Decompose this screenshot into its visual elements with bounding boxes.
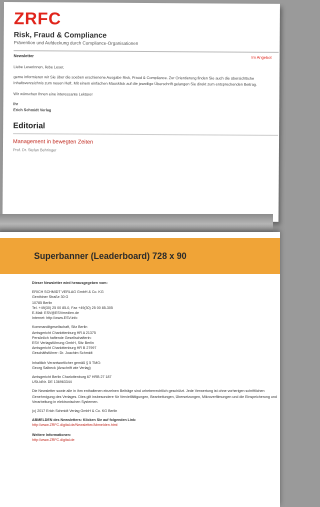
intro-paragraph: gerne informieren wir Sie über die soebe… — [13, 75, 258, 88]
greeting: Liebe Leserinnen, liebe Leser, — [13, 65, 65, 70]
newsletter-bottom-page: Superbanner (Leaderboard) 728 x 90 Diese… — [0, 232, 280, 507]
company-info: Kommanditgesellschaft, Sitz Berlin Amtsg… — [32, 325, 97, 356]
signature-line-2: Erich Schmidt Verlag — [13, 108, 52, 113]
unsubscribe-link[interactable]: http://www.ZRFC.digital.de/Newsletter/Ab… — [32, 423, 117, 427]
copyright-disclaimer: Die Newsletter sowie alle in ihm enthalt… — [32, 389, 277, 404]
unsubscribe-block: ABMELDEN des Newsletters: Klicken Sie au… — [32, 418, 137, 428]
publisher-address: ERICH SCHMIDT VERLAG GmbH & Co. KG Genth… — [32, 290, 113, 321]
editorial-author: Prof. Dr. Stefan Behringer — [12, 148, 57, 153]
more-info-block: Weitere Informationen: http://www.ZRFC.d… — [32, 432, 75, 442]
newsletter-label: Newsletter — [13, 53, 34, 59]
copyright: (c) 2017 Erich Schmidt Verlag GmbH & Co.… — [32, 409, 118, 414]
newsletter-top-page: ZRFC Risk, Fraud & Compliance Prävention… — [2, 2, 280, 222]
intro-text: Liebe Leserinnen, liebe Leser, gerne inf… — [13, 64, 275, 115]
wish-text: Wir wünschen Ihnen eine interessante Lek… — [13, 91, 93, 97]
journal-title: Risk, Fraud & Compliance — [13, 30, 107, 40]
online-link[interactable]: Im Angebot — [251, 55, 271, 60]
imprint-intro: Dieser Newsletter wird herausgegeben vom… — [32, 281, 108, 285]
ad-banner-placeholder[interactable]: Superbanner (Leaderboard) 728 x 90 — [0, 238, 280, 274]
responsible-info: Inhaltlich Verantwortlicher gemäß § 5 TM… — [32, 360, 102, 370]
register-info: Amtsgericht Berlin Charlottenburg 67 HRB… — [32, 375, 112, 385]
journal-tagline: Prävention und Aufdeckung durch Complian… — [13, 40, 139, 46]
editorial-heading: Editorial — [13, 121, 46, 131]
logo[interactable]: ZRFC — [14, 9, 280, 30]
imprint: Dieser Newsletter wird herausgegeben vom… — [0, 274, 280, 443]
email-link[interactable]: E-Mail: ESV@ESVmedien.de — [32, 311, 79, 315]
divider — [13, 133, 279, 137]
banner-label: Superbanner (Leaderboard) 728 x 90 — [34, 251, 187, 261]
website-link[interactable]: Internet: http://www.ESV.info — [32, 316, 77, 320]
editorial-article-link[interactable]: Management in bewegten Zeiten — [13, 139, 279, 147]
more-info-link[interactable]: http://www.ZRFC.digital.de — [32, 438, 75, 442]
newsletter-bar: Newsletter Im Angebot — [14, 53, 276, 60]
